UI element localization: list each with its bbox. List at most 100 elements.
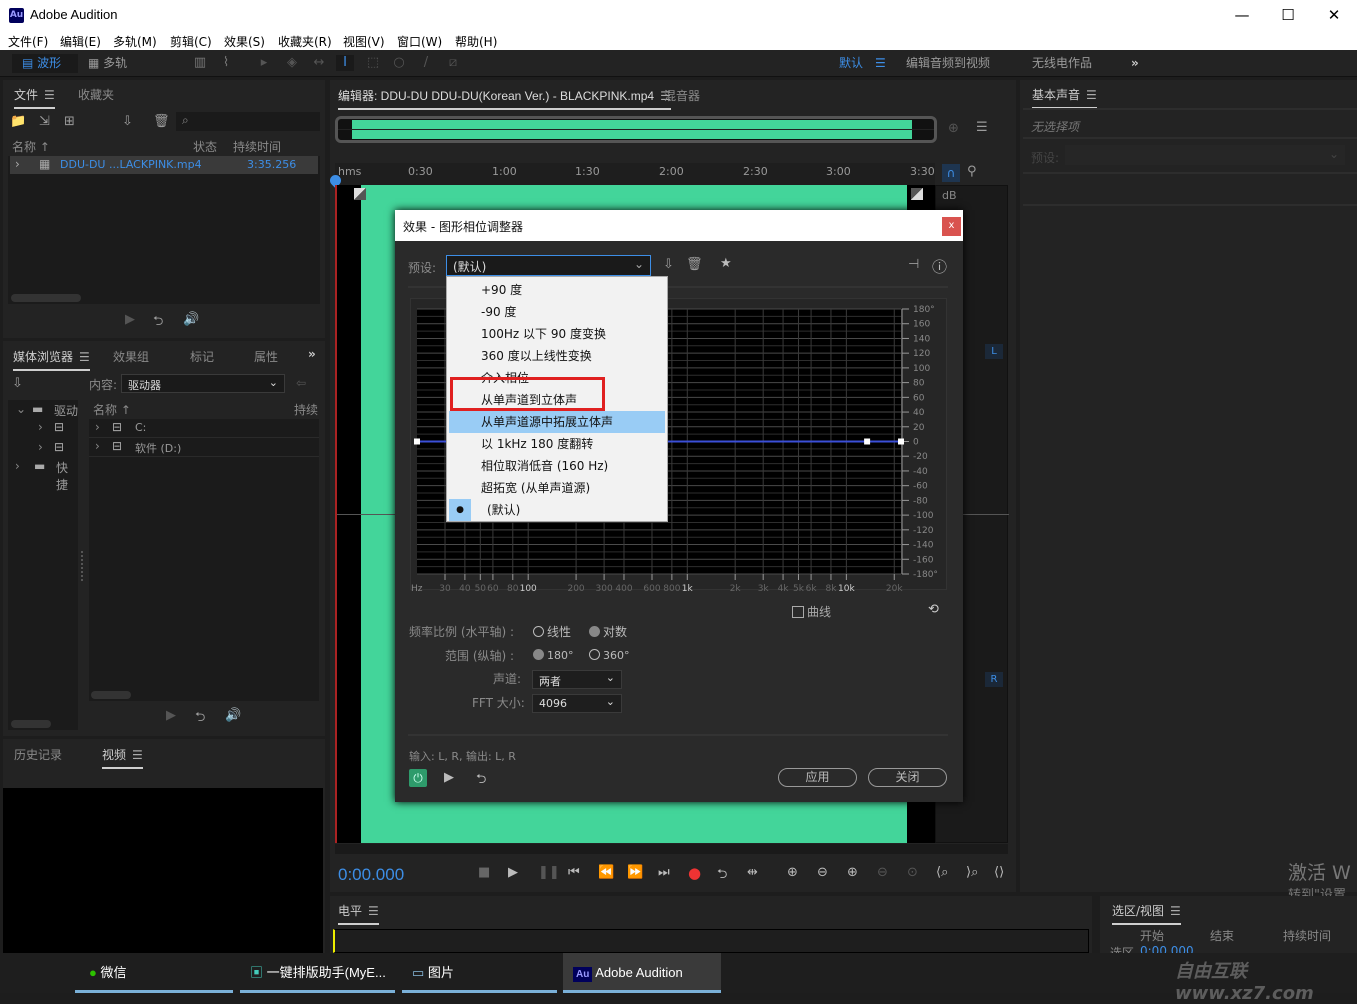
move-tool-icon[interactable]: ▸ (255, 55, 273, 71)
tab-mixer[interactable]: 混音器 (664, 87, 700, 104)
new-file-icon[interactable]: ⊞ (64, 114, 75, 129)
col-duration[interactable]: 持续时间 (233, 138, 281, 155)
play-icon[interactable]: ▶ (125, 312, 135, 327)
lasso-tool-icon[interactable]: ○ (390, 55, 408, 71)
tab-markers[interactable]: 标记 (190, 348, 214, 365)
minimize-button[interactable]: — (1219, 0, 1265, 30)
razor-tool-icon[interactable]: ◈ (283, 55, 301, 71)
channel-select[interactable]: 两者 ⌄ (532, 670, 622, 689)
rewind-icon[interactable]: ⏪ (598, 865, 614, 880)
save-preset-icon[interactable]: ⇩ (663, 257, 674, 272)
tab-editor[interactable]: 编辑器: DDU-DU DDU-DU(Korean Ver.) - BLACKP… (338, 87, 671, 110)
more-workspaces-button[interactable]: » (1131, 54, 1139, 73)
favorite-star-icon[interactable]: ★ (720, 256, 732, 271)
radio-linear[interactable]: 线性 (533, 623, 571, 640)
close-button[interactable]: ✕ (1311, 0, 1357, 30)
preview-play-icon[interactable]: ▶ (444, 770, 454, 785)
loop-icon[interactable]: ⮌ (153, 312, 163, 334)
multitrack-view-button[interactable]: ▦ 多轨 (88, 54, 148, 73)
taskbar-typesetting[interactable]: ▣ 一键排版助手(MyE... (240, 953, 395, 993)
workspace-menu-icon[interactable]: ☰ (875, 56, 886, 70)
preset-option[interactable]: 360 度以上线性变换 (449, 345, 665, 367)
expand-chevron-icon[interactable]: › (38, 440, 43, 454)
col-name[interactable]: 名称 ↑ (93, 401, 131, 418)
zoom-in-time-icon[interactable]: ⊕ (847, 865, 858, 880)
preset-option[interactable]: +90 度 (449, 279, 665, 301)
next-icon[interactable]: ⏭ (658, 865, 670, 880)
previous-icon[interactable]: ⏮ (568, 865, 580, 880)
tab-video[interactable]: 视频 ☰ (102, 746, 143, 769)
expand-chevron-icon[interactable]: › (15, 459, 20, 473)
import-icon[interactable]: ⇩ (12, 376, 23, 391)
zoom-full-icon[interactable]: ⊙ (907, 865, 918, 880)
preview-loop-icon[interactable]: ⮌ (476, 770, 486, 792)
preset-option-highlighted[interactable]: 从单声道源中拓展立体声 (449, 411, 665, 433)
reset-icon[interactable]: ⟲ (928, 602, 939, 617)
skip-selection-icon[interactable]: ⇹ (747, 865, 758, 880)
insert-into-multitrack-icon[interactable]: ⇩ (122, 114, 133, 129)
more-panels-icon[interactable]: » (308, 347, 316, 361)
waveform-view-button[interactable]: ▤ 波形 (12, 54, 78, 73)
routing-icon[interactable]: ⊣ (908, 257, 919, 272)
preset-option[interactable]: -90 度 (449, 301, 665, 323)
col-duration[interactable]: 持续 (294, 401, 318, 418)
zoom-out-time-icon[interactable]: ⊖ (877, 865, 888, 880)
tab-effects-rack[interactable]: 效果组 (113, 348, 149, 365)
horizontal-scrollbar[interactable] (11, 294, 81, 302)
fade-in-handle[interactable] (354, 188, 366, 200)
preset-option[interactable]: 100Hz 以下 90 度变换 (449, 323, 665, 345)
fft-size-select[interactable]: 4096 ⌄ (532, 694, 622, 713)
zoom-to-fit-icon[interactable]: ⊕ (948, 121, 959, 136)
menu-help[interactable]: 帮助(H) (455, 33, 497, 50)
horizontal-scrollbar[interactable] (11, 720, 51, 728)
close-dialog-button[interactable]: 关闭 (868, 768, 947, 787)
zoom-out-point-icon[interactable]: ⟩⌕ (966, 865, 978, 880)
overview-waveform[interactable] (335, 116, 937, 143)
splitter-handle[interactable] (81, 551, 86, 581)
radio-180[interactable]: 180° (533, 649, 574, 662)
zoom-selection-icon[interactable]: ⟨⟩ (994, 865, 1004, 880)
power-toggle-icon[interactable]: ⏻ (409, 769, 427, 787)
tab-favorites[interactable]: 收藏夹 (78, 86, 114, 103)
spectral-pitch-icon[interactable]: ⌇ (217, 55, 235, 71)
waveform-scrollbar[interactable] (335, 844, 1008, 854)
tab-properties[interactable]: 属性 (254, 348, 278, 365)
preset-select[interactable]: (默认) ⌄ (446, 255, 651, 276)
preset-option[interactable]: 相位取消低音 (160 Hz) (449, 455, 665, 477)
col-name[interactable]: 名称 ↑ (12, 138, 50, 155)
healing-tool-icon[interactable]: ⧄ (444, 55, 462, 71)
expand-chevron-icon[interactable]: › (38, 420, 43, 434)
content-select[interactable]: 驱动器 ⌄ (121, 374, 285, 393)
marquee-tool-icon[interactable]: ⬚ (364, 55, 382, 71)
menu-effects[interactable]: 效果(S) (224, 33, 265, 50)
media-row[interactable]: › ⊟ 软件 (D:) (89, 438, 319, 457)
workspace-radio-production[interactable]: 无线电作品 (1032, 54, 1092, 73)
curve-checkbox[interactable]: 曲线 (792, 603, 831, 620)
menu-favorites[interactable]: 收藏夹(R) (278, 33, 332, 50)
expand-chevron-icon[interactable]: › (15, 157, 20, 171)
workspace-default[interactable]: 默认 ☰ (839, 54, 886, 73)
apply-button[interactable]: 应用 (778, 768, 857, 787)
col-status[interactable]: 状态 (193, 138, 217, 155)
zoom-out-amplitude-icon[interactable]: ⊖ (817, 865, 828, 880)
menu-clip[interactable]: 剪辑(C) (170, 33, 212, 50)
back-arrow-icon[interactable]: ⇦ (296, 376, 306, 390)
menu-file[interactable]: 文件(F) (8, 33, 48, 50)
tab-essential-sound[interactable]: 基本声音 ☰ (1032, 86, 1097, 109)
loop-icon[interactable]: ⮌ (717, 865, 727, 887)
preset-option[interactable]: 超拓宽 (从单声道源) (449, 477, 665, 499)
record-icon[interactable]: ● (688, 864, 701, 882)
preset-option-selected[interactable]: ● (默认) (449, 499, 665, 521)
taskbar-audition[interactable]: Au Adobe Audition (563, 953, 721, 993)
files-search-input[interactable]: ⌕ (176, 112, 320, 131)
autoplay-speaker-icon[interactable]: 🔊 (225, 708, 241, 723)
menu-window[interactable]: 窗口(W) (397, 33, 442, 50)
tab-files[interactable]: 文件 ☰ (14, 86, 55, 109)
workspace-edit-audio-to-video[interactable]: 编辑音频到视频 (906, 54, 990, 73)
play-icon[interactable]: ▶ (508, 865, 518, 880)
tab-selection-view[interactable]: 选区/视图 ☰ (1112, 902, 1181, 925)
slip-tool-icon[interactable]: ↔ (310, 55, 328, 71)
taskbar-photos[interactable]: ▭ 图片 (402, 953, 557, 993)
time-selection-tool-icon[interactable]: I (336, 55, 354, 71)
zoom-in-amplitude-icon[interactable]: ⊕ (787, 865, 798, 880)
